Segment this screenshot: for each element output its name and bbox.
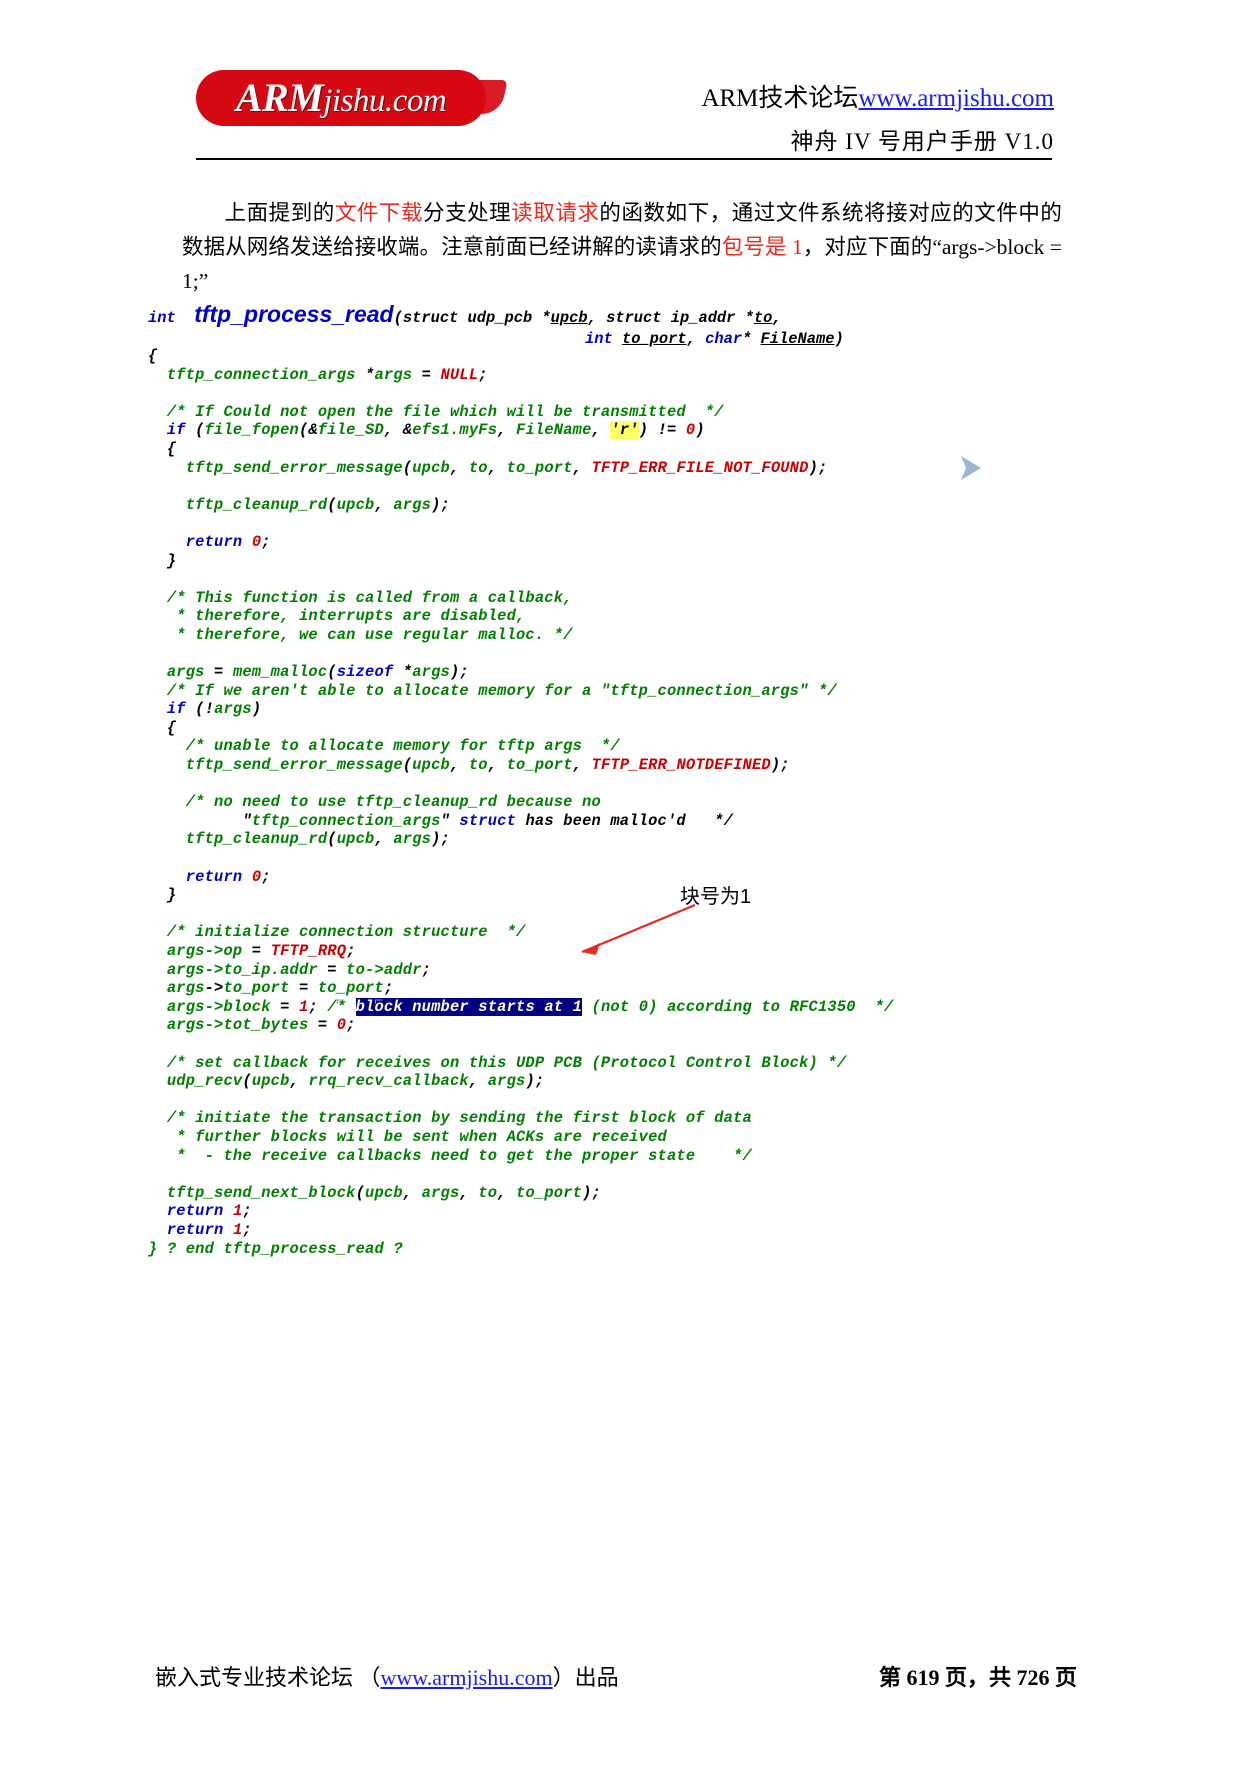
body-paragraph: 上面提到的文件下载分支处理读取请求的函数如下，通过文件系统将接对应的文件中的数据… <box>182 196 1062 298</box>
footer-page-total: 726 <box>1016 1665 1050 1690</box>
code-line: * further blocks will be sent when ACKs … <box>148 1127 667 1146</box>
logo-arm-text: ARM <box>235 75 324 120</box>
code-line: tftp_send_next_block(upcb, args, to, to_… <box>166 1183 601 1202</box>
code-line: * therefore, interrupts are disabled, <box>148 607 526 626</box>
footer-credit-suffix: ）出品 <box>552 1665 619 1690</box>
function-signature: int tftp_process_read(struct udp_pcb *up… <box>148 303 1128 328</box>
footer-page-suffix: 页 <box>1054 1665 1077 1690</box>
footer-page-number: 第 619 页，共 726 页 <box>879 1660 1077 1692</box>
code-line: } <box>148 551 177 570</box>
annotation-arrow-icon <box>581 903 696 955</box>
code-line: /* initiate the transaction by sending t… <box>148 1109 752 1128</box>
footer-page-mid: 页，共 <box>944 1665 1011 1690</box>
code-line: args = mem_malloc(sizeof *args); <box>166 663 469 682</box>
function-params-line1: (struct udp_pcb *upcb, struct ip_addr *t… <box>393 309 782 327</box>
code-line: { <box>148 347 158 365</box>
header-divider <box>196 158 1052 160</box>
code-line: return 1; <box>166 1202 252 1221</box>
code-line: } ? end tftp_process_read ? <box>148 1239 403 1258</box>
code-line: tftp_send_error_message(upcb, to, to_por… <box>185 756 790 775</box>
code-line: return 1; <box>166 1220 252 1239</box>
code-line: if (file_fopen(&file_SD, &efs1.myFs, Fil… <box>166 421 705 440</box>
function-return-type: int <box>148 309 176 327</box>
function-name: tftp_process_read <box>194 301 394 327</box>
footer-credit-url[interactable]: www.armjishu.com <box>381 1665 553 1690</box>
code-line: * therefore, we can use regular malloc. … <box>148 625 573 644</box>
paragraph-seg1: 上面提到的 <box>224 201 335 225</box>
mouse-pointer-icon <box>961 456 981 480</box>
code-line: return 0; <box>185 867 271 886</box>
paragraph-seg4-highlight: 读取请求 <box>511 201 600 225</box>
code-line: udp_recv(upcb, rrq_recv_callback, args); <box>166 1072 545 1091</box>
code-line: /* If Could not open the file which will… <box>148 402 724 421</box>
code-line: args->to_ip.addr = to->addr; <box>166 960 432 979</box>
header-title: ARM技术论坛www.armjishu.com <box>701 78 1054 114</box>
footer-credit-prefix: 嵌入式专业技术论坛 （ <box>155 1665 381 1690</box>
page-footer: 嵌入式专业技术论坛 （www.armjishu.com）出品 第 619 页，共… <box>0 1660 1249 1720</box>
paragraph-seg3: 分支处理 <box>423 201 512 225</box>
code-line: tftp_connection_args *args = NULL; <box>166 365 488 384</box>
header-subtitle: 神舟 IV 号用户手册 V1.0 <box>790 129 1054 154</box>
paragraph-seg2-highlight: 文件下载 <box>334 201 424 225</box>
header-title-prefix: ARM技术论坛 <box>701 85 859 112</box>
code-line: tftp_cleanup_rd(upcb, args); <box>185 495 450 514</box>
code-line: args->to_port = to_port; <box>166 979 394 998</box>
code-line: * - the receive callbacks need to get th… <box>148 1146 752 1165</box>
code-line: /* set callback for receives on this UDP… <box>148 1053 847 1072</box>
logo-rest-text: jishu.com <box>323 83 447 119</box>
code-line: args->block = 1; /* block number starts … <box>166 997 894 1016</box>
footer-page-prefix: 第 <box>878 1665 901 1690</box>
code-line: return 0; <box>185 532 271 551</box>
paragraph-seg6-highlight: 包号是 1 <box>721 235 803 259</box>
code-line: args->tot_bytes = 0; <box>166 1016 356 1035</box>
paragraph-seg7: ，对应下面的 <box>802 235 933 259</box>
site-logo: ARMjishu.com <box>196 70 508 130</box>
editor-caret-marks: ⌐ ⌐ <box>336 993 394 1010</box>
code-line: /* no need to use tftp_cleanup_rd becaus… <box>148 793 601 812</box>
logo-label: ARMjishu.com <box>196 70 486 126</box>
footer-page-current: 619 <box>906 1665 940 1690</box>
footer-credit: 嵌入式专业技术论坛 （www.armjishu.com）出品 <box>155 1660 619 1692</box>
code-line: "tftp_connection_args" struct has been m… <box>148 811 734 830</box>
page-header: ARMjishu.com ARM技术论坛www.armjishu.com 神舟 … <box>0 0 1249 170</box>
code-line: if (!args) <box>166 700 262 719</box>
code-line: /* unable to allocate memory for tftp ar… <box>148 737 620 756</box>
code-line: /* This function is called from a callba… <box>148 588 573 607</box>
code-line: tftp_cleanup_rd(upcb, args); <box>185 830 450 849</box>
code-line: /* If we aren't able to allocate memory … <box>166 681 837 700</box>
function-params-line2: int to_port, char* FileName) <box>585 330 844 348</box>
code-line: { <box>148 718 177 737</box>
header-title-url[interactable]: www.armjishu.com <box>858 85 1054 112</box>
